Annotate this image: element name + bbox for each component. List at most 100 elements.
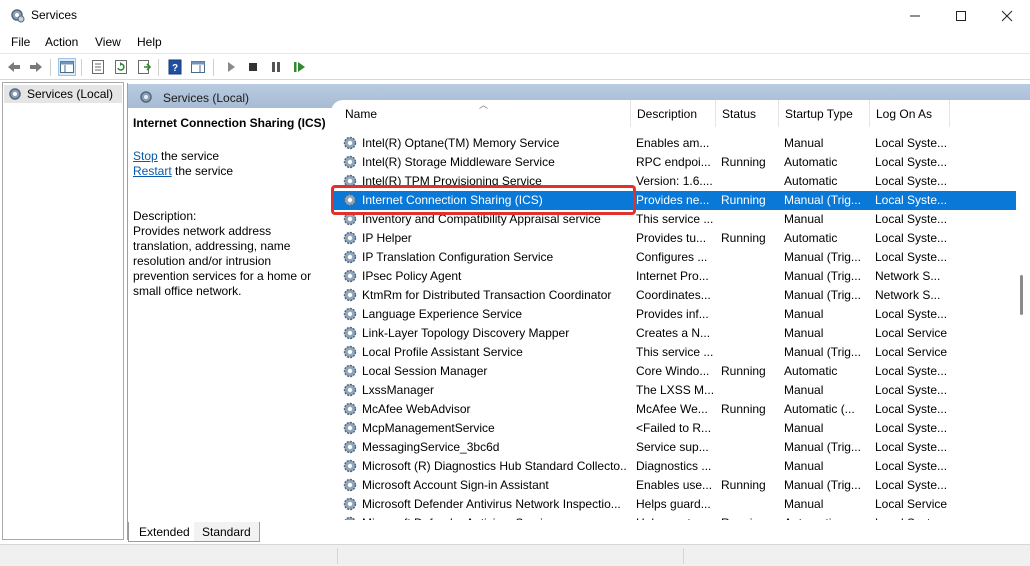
table-row[interactable]: MessagingService_3bc6d Service sup... Manu… [331, 438, 1021, 457]
scrollbar-thumb[interactable] [1020, 275, 1023, 315]
table-row[interactable]: Intel(R) Optane(TM) Memory Service Enable… [331, 134, 1021, 153]
show-hide-console-tree-button[interactable] [58, 58, 76, 76]
stop-service-button[interactable] [244, 58, 262, 76]
restart-action: Restart the service [133, 164, 233, 178]
status-bar [0, 544, 1030, 566]
service-gear-icon [343, 497, 357, 511]
tab-standard[interactable]: Standard [194, 522, 260, 542]
cell-description: Enables am... [636, 136, 710, 150]
minimize-button[interactable] [892, 0, 938, 32]
table-row[interactable]: Microsoft Defender Antivirus Network Ins… [331, 495, 1021, 514]
cell-startup-type: Manual (Trig... [784, 345, 861, 359]
table-row[interactable]: McpManagementService <Failed to R... Manua… [331, 419, 1021, 438]
service-gear-icon [343, 383, 357, 397]
cell-name: Microsoft (R) Diagnostics Hub Standard C… [362, 459, 627, 473]
cell-description: Internet Pro... [636, 269, 709, 283]
title-bar: Services [0, 0, 1030, 32]
properties-button[interactable] [89, 58, 107, 76]
table-row[interactable]: IP Helper Provides tu... Running Automatic L… [331, 229, 1021, 248]
tree-item-label: Services (Local) [27, 87, 114, 101]
restart-service-button[interactable] [290, 58, 308, 76]
restart-link[interactable]: Restart [133, 164, 172, 178]
column-header-log-on-as[interactable]: Log On As [870, 100, 950, 127]
table-row[interactable]: LxssManager The LXSS M... Manual Local Syst… [331, 381, 1021, 400]
cell-name: IP Translation Configuration Service [362, 250, 554, 264]
table-row[interactable]: Language Experience Service Provides inf.… [331, 305, 1021, 324]
restart-icon [294, 62, 305, 72]
cell-name: Local Session Manager [362, 364, 488, 378]
menu-help[interactable]: Help [137, 35, 162, 49]
horizontal-scrollbar[interactable] [331, 521, 1016, 527]
cell-description: Helps prot... [636, 516, 716, 520]
cell-status: Running [721, 155, 766, 169]
menu-action[interactable]: Action [45, 35, 78, 49]
service-gear-icon [343, 155, 357, 169]
table-row[interactable]: Link-Layer Topology Discovery Mapper Crea… [331, 324, 1021, 343]
cell-name: McpManagementService [362, 421, 495, 435]
start-service-button[interactable] [222, 58, 240, 76]
column-header-label: Log On As [876, 106, 933, 121]
export-list-button[interactable] [135, 58, 153, 76]
cell-description: Version: 1.6.... [636, 174, 713, 188]
service-gear-icon [343, 288, 357, 302]
column-header-name[interactable]: ︿ Name [331, 100, 631, 127]
cell-description: This service ... [636, 212, 714, 226]
cell-name: Intel(R) Optane(TM) Memory Service [362, 136, 560, 150]
cell-log-on-as: Local Syste... [875, 193, 948, 207]
menu-view[interactable]: View [95, 35, 121, 49]
table-row[interactable]: Microsoft Defender Antivirus Service Help… [331, 514, 1021, 520]
cell-name: KtmRm for Distributed Transaction Coordi… [362, 288, 612, 302]
cell-startup-type: Manual [784, 459, 824, 473]
table-row[interactable]: Intel(R) Storage Middleware Service RPC e… [331, 153, 1021, 172]
refresh-button[interactable] [112, 58, 130, 76]
column-header-description[interactable]: Description [631, 100, 716, 127]
gears-icon [140, 91, 152, 103]
toolbar-separator [50, 59, 51, 76]
stop-icon [249, 63, 257, 71]
cell-status: Running [721, 231, 766, 245]
cell-log-on-as: Local Syste... [875, 307, 948, 321]
cell-description: The LXSS M... [636, 383, 715, 397]
table-row[interactable]: Microsoft Account Sign-in Assistant Enabl… [331, 476, 1021, 495]
vertical-scrollbar[interactable] [1016, 100, 1030, 520]
cell-startup-type: Automatic [784, 174, 838, 188]
stop-link[interactable]: Stop [133, 149, 158, 163]
cell-log-on-as: Local Syste... [875, 174, 948, 188]
show-hide-action-pane-button[interactable] [189, 58, 207, 76]
maximize-button[interactable] [938, 0, 984, 32]
close-button[interactable] [984, 0, 1030, 32]
table-row[interactable]: IPsec Policy Agent Internet Pro... Manual … [331, 267, 1021, 286]
cell-log-on-as: Local Syste... [875, 212, 948, 226]
tree-item-services-local[interactable]: Services (Local) [4, 85, 122, 103]
tab-extended[interactable]: Extended [128, 522, 194, 542]
table-row[interactable]: KtmRm for Distributed Transaction Coordi… [331, 286, 1021, 305]
table-row[interactable]: IP Translation Configuration Service Conf… [331, 248, 1021, 267]
forward-button[interactable] [27, 58, 45, 76]
column-header-label: Description [637, 106, 698, 121]
table-row[interactable]: Local Session Manager Core Windo... Runnin… [331, 362, 1021, 381]
service-gear-icon [343, 326, 357, 340]
cell-startup-type: Manual [784, 497, 824, 511]
column-header-status[interactable]: Status [716, 100, 779, 127]
help-button[interactable]: ? [166, 58, 184, 76]
table-row[interactable]: McAfee WebAdvisor McAfee We... Running Auto… [331, 400, 1021, 419]
pause-service-button[interactable] [267, 58, 285, 76]
menu-file[interactable]: File [11, 35, 30, 49]
toolbar-separator [213, 59, 214, 76]
service-gear-icon [343, 269, 357, 283]
column-header-label: Name [345, 106, 378, 121]
table-row[interactable]: Local Profile Assistant Service This serv… [331, 343, 1021, 362]
close-icon [1001, 10, 1013, 22]
table-row[interactable]: Microsoft (R) Diagnostics Hub Standard C… [331, 457, 1021, 476]
cell-log-on-as: Network S... [875, 288, 941, 302]
toolbar-separator [81, 59, 82, 76]
cell-startup-type: Automatic [784, 516, 869, 520]
service-gear-icon [343, 402, 357, 416]
help-icon: ? [168, 59, 182, 75]
cell-name: MessagingService_3bc6d [362, 440, 500, 454]
cell-name: Link-Layer Topology Discovery Mapper [362, 326, 570, 340]
selected-service-name: Internet Connection Sharing (ICS) [133, 116, 326, 130]
back-button[interactable] [5, 58, 23, 76]
cell-description: <Failed to R... [636, 421, 712, 435]
column-header-startup-type[interactable]: Startup Type [779, 100, 870, 127]
